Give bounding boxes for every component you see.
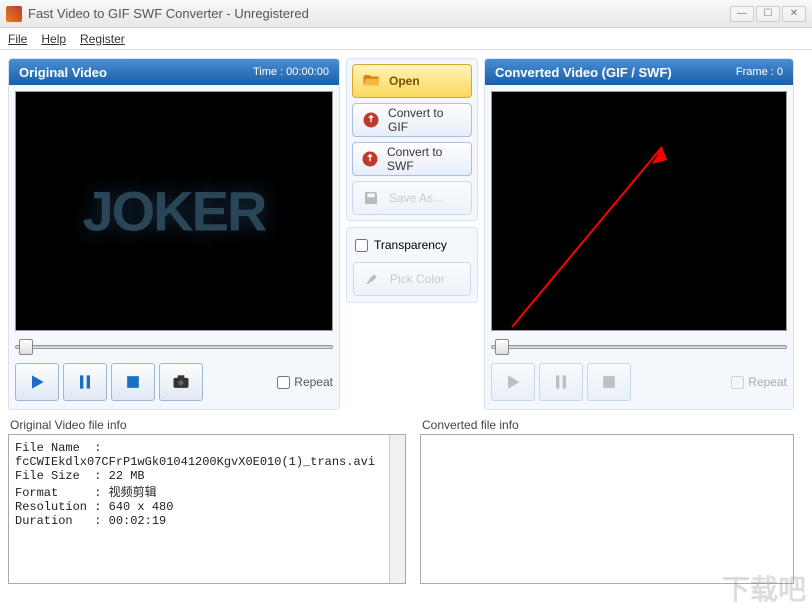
original-repeat-label: Repeat bbox=[294, 375, 333, 389]
converted-pause-button bbox=[539, 363, 583, 401]
transparency-checkbox[interactable] bbox=[355, 239, 368, 252]
open-label: Open bbox=[389, 74, 420, 88]
original-video-title: Original Video bbox=[19, 65, 107, 80]
converted-repeat-checkbox bbox=[731, 376, 744, 389]
pick-color-label: Pick Color bbox=[390, 272, 445, 286]
original-file-info-box: Original Video file info File Name : fcC… bbox=[8, 418, 406, 584]
converted-file-info-label: Converted file info bbox=[420, 418, 794, 432]
window-title: Fast Video to GIF SWF Converter - Unregi… bbox=[28, 6, 730, 21]
snapshot-button[interactable] bbox=[159, 363, 203, 401]
maximize-button[interactable]: ☐ bbox=[756, 6, 780, 22]
menubar: File Help Register bbox=[0, 28, 812, 50]
folder-open-icon bbox=[361, 71, 381, 91]
transparency-label: Transparency bbox=[374, 238, 447, 252]
menu-file[interactable]: File bbox=[8, 32, 27, 46]
convert-gif-icon bbox=[361, 110, 380, 130]
converted-video-panel: Converted Video (GIF / SWF) Frame : 0 Re… bbox=[484, 58, 794, 410]
options-panel: Transparency Pick Color bbox=[346, 227, 478, 303]
original-video-preview: JOKER bbox=[15, 91, 333, 331]
preview-content: JOKER bbox=[83, 179, 266, 244]
original-video-panel: Original Video Time : 00:00:00 JOKER Rep… bbox=[8, 58, 340, 410]
converted-repeat-label: Repeat bbox=[748, 375, 787, 389]
annotation-arrow bbox=[492, 92, 782, 331]
stop-button[interactable] bbox=[111, 363, 155, 401]
convert-gif-button[interactable]: Convert to GIF bbox=[352, 103, 472, 137]
original-file-info-label: Original Video file info bbox=[8, 418, 406, 432]
save-icon bbox=[361, 188, 381, 208]
converted-seek-slider[interactable] bbox=[491, 337, 787, 357]
app-icon bbox=[6, 6, 22, 22]
converted-video-preview bbox=[491, 91, 787, 331]
original-seek-slider[interactable] bbox=[15, 337, 333, 357]
convert-swf-icon bbox=[361, 149, 379, 169]
convert-gif-label: Convert to GIF bbox=[388, 106, 463, 134]
original-video-time: Time : 00:00:00 bbox=[253, 66, 329, 78]
minimize-button[interactable]: — bbox=[730, 6, 754, 22]
converted-file-info-text[interactable] bbox=[420, 434, 794, 584]
pick-color-button: Pick Color bbox=[353, 262, 471, 296]
menu-register[interactable]: Register bbox=[80, 32, 125, 46]
close-button[interactable]: ✕ bbox=[782, 6, 806, 22]
convert-swf-label: Convert to SWF bbox=[387, 145, 463, 173]
play-button[interactable] bbox=[15, 363, 59, 401]
open-button[interactable]: Open bbox=[352, 64, 472, 98]
menu-help[interactable]: Help bbox=[41, 32, 66, 46]
actions-panel: Open Convert to GIF Convert to SWF Save … bbox=[346, 58, 478, 221]
original-repeat-checkbox[interactable] bbox=[277, 376, 290, 389]
converted-seek-thumb[interactable] bbox=[495, 339, 509, 355]
save-as-label: Save As... bbox=[389, 191, 443, 205]
converted-stop-button bbox=[587, 363, 631, 401]
scrollbar[interactable] bbox=[389, 435, 405, 583]
original-seek-thumb[interactable] bbox=[19, 339, 33, 355]
converted-file-info-box: Converted file info bbox=[420, 418, 794, 584]
converted-video-title: Converted Video (GIF / SWF) bbox=[495, 65, 672, 80]
save-as-button: Save As... bbox=[352, 181, 472, 215]
original-file-info-text[interactable]: File Name : fcCWIEkdlx07CFrP1wGk01041200… bbox=[8, 434, 406, 584]
titlebar: Fast Video to GIF SWF Converter - Unregi… bbox=[0, 0, 812, 28]
converted-video-header: Converted Video (GIF / SWF) Frame : 0 bbox=[485, 59, 793, 85]
pause-button[interactable] bbox=[63, 363, 107, 401]
convert-swf-button[interactable]: Convert to SWF bbox=[352, 142, 472, 176]
eyedropper-icon bbox=[362, 269, 382, 289]
converted-frame-label: Frame : 0 bbox=[736, 66, 783, 78]
converted-play-button bbox=[491, 363, 535, 401]
original-video-header: Original Video Time : 00:00:00 bbox=[9, 59, 339, 85]
